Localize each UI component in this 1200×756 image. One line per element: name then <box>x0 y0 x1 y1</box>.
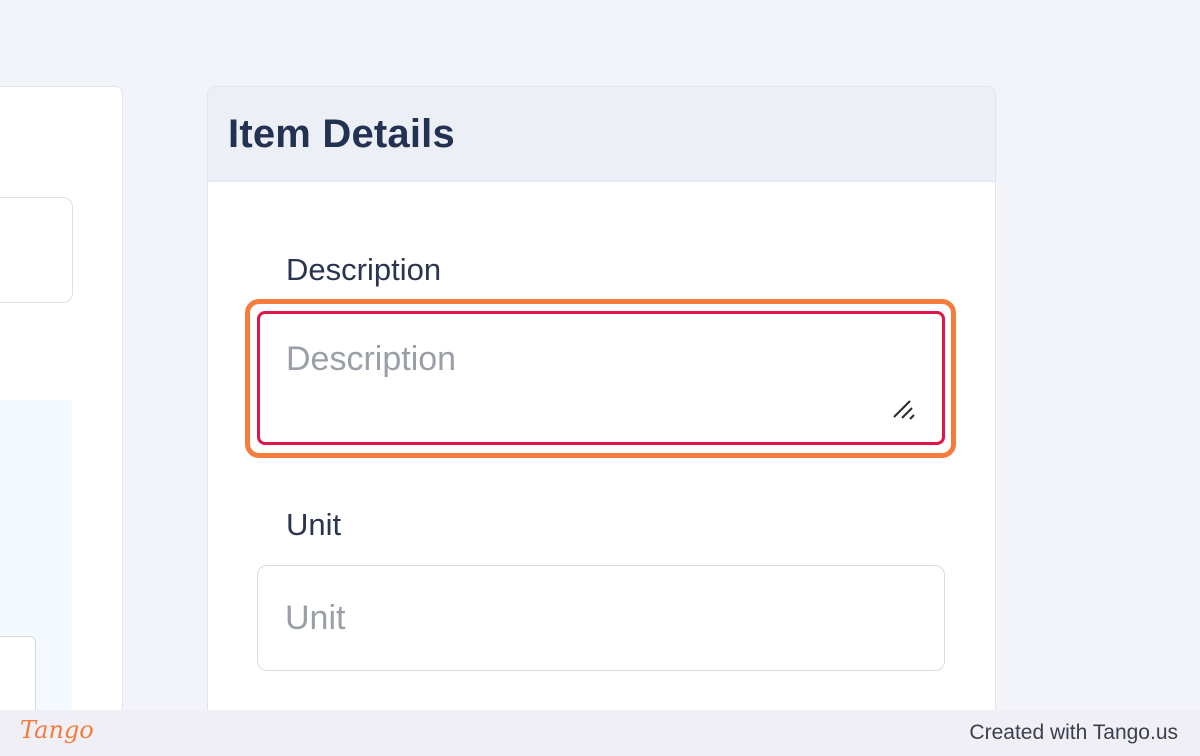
unit-input[interactable] <box>257 565 945 671</box>
page: Item Details Description Unit Tango Crea… <box>0 0 1200 756</box>
description-textarea[interactable] <box>257 311 945 445</box>
footer-bar: Tango Created with Tango.us <box>0 710 1200 756</box>
resize-handle-icon[interactable] <box>891 396 917 422</box>
tango-logo: Tango <box>20 716 94 744</box>
description-label: Description <box>286 252 442 287</box>
item-details-card: Item Details Description Unit <box>207 86 996 728</box>
footer-credit: Created with Tango.us <box>969 721 1178 744</box>
card-header: Item Details <box>208 87 995 182</box>
card-title: Item Details <box>228 111 455 156</box>
unit-label: Unit <box>286 507 342 542</box>
left-input-field[interactable] <box>0 197 73 303</box>
